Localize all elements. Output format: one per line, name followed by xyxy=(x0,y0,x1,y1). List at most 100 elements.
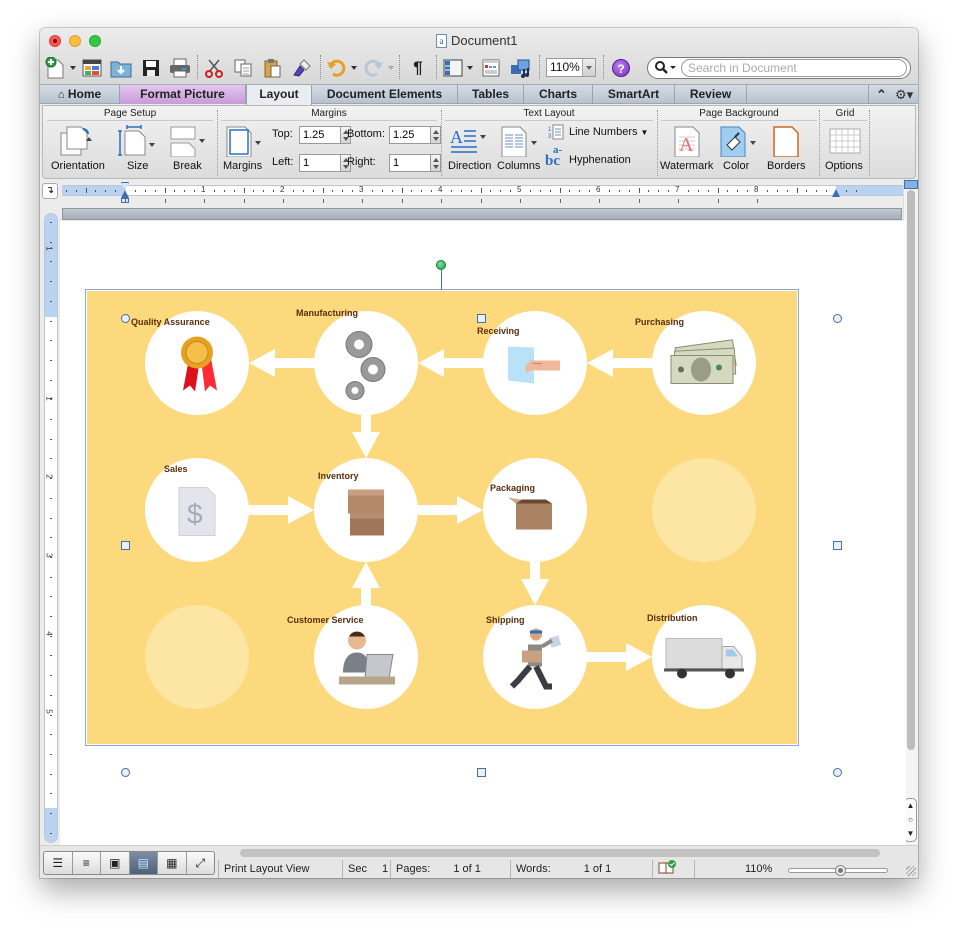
process-node-packaging[interactable] xyxy=(483,458,587,562)
direction-button[interactable]: Direction xyxy=(448,160,491,172)
vertical-ruler[interactable]: 112345 xyxy=(44,213,58,843)
horizontal-ruler[interactable]: ↴ 1 2 3 4 5 6 7 8 xyxy=(40,180,918,208)
margins-button[interactable]: Margins xyxy=(223,160,262,172)
bottom-margin-stepper[interactable] xyxy=(431,126,441,144)
format-painter-icon[interactable] xyxy=(291,57,313,79)
spelling-status[interactable] xyxy=(652,860,694,878)
collapse-ribbon-icon[interactable]: ⌃ xyxy=(876,85,887,104)
search-box[interactable]: Search in Document xyxy=(647,57,911,79)
search-icon[interactable] xyxy=(654,60,682,76)
process-node-manufacturing[interactable] xyxy=(314,311,418,415)
bottom-margin-input[interactable]: 1.25 xyxy=(389,126,431,144)
resize-handle-top-left[interactable] xyxy=(121,314,130,323)
columns-icon[interactable] xyxy=(500,125,540,162)
resize-handle-top[interactable] xyxy=(477,314,486,323)
color-button[interactable]: Color xyxy=(723,160,749,172)
tab-stop-selector[interactable]: ↴ xyxy=(42,183,58,199)
sidebar-menu-caret[interactable] xyxy=(467,66,473,70)
publishing-view-button[interactable]: ▦ xyxy=(158,852,187,874)
tab-home[interactable]: ⌂ Home xyxy=(40,85,120,104)
new-document-icon[interactable] xyxy=(44,57,66,79)
scroll-thumb[interactable] xyxy=(907,190,915,750)
next-page-icon[interactable]: ▼ xyxy=(905,827,916,841)
tab-review[interactable]: Review xyxy=(675,85,747,104)
paste-icon[interactable] xyxy=(261,57,283,79)
tab-tables[interactable]: Tables xyxy=(458,85,524,104)
page-color-icon[interactable] xyxy=(719,125,759,162)
resize-handle-right[interactable] xyxy=(833,541,842,550)
orientation-icon[interactable] xyxy=(59,125,95,162)
ruler-strip[interactable]: 1 2 3 4 5 6 7 8 xyxy=(62,185,906,196)
hyphenation-button[interactable]: Hyphenation xyxy=(569,154,631,166)
resize-handle-bottom[interactable] xyxy=(477,768,486,777)
open-icon[interactable] xyxy=(110,57,132,79)
split-handle[interactable] xyxy=(904,180,918,189)
draft-view-button[interactable]: ☰ xyxy=(44,852,73,874)
ruler-tick xyxy=(855,190,857,192)
gear-icon[interactable]: ⚙▾ xyxy=(895,85,913,104)
size-button[interactable]: Size xyxy=(127,160,148,172)
right-margin-stepper[interactable] xyxy=(431,154,441,172)
browse-object-icon[interactable]: ○ xyxy=(905,813,916,827)
watermark-button[interactable]: Watermark xyxy=(660,160,713,172)
margins-icon[interactable] xyxy=(225,125,265,162)
tab-format-picture[interactable]: Format Picture xyxy=(120,85,246,104)
redo-icon[interactable] xyxy=(362,57,384,79)
break-icon[interactable] xyxy=(169,125,209,162)
minimize-button[interactable] xyxy=(69,35,81,47)
borders-button[interactable]: Borders xyxy=(767,160,806,172)
undo-icon[interactable] xyxy=(326,57,348,79)
tab-layout[interactable]: Layout xyxy=(246,85,312,105)
size-icon[interactable] xyxy=(115,125,155,162)
page-borders-icon[interactable] xyxy=(772,125,802,162)
tab-smartart[interactable]: SmartArt xyxy=(593,85,675,104)
business-process-diagram[interactable]: Quality Assurance Manufacturing Receiving P… xyxy=(87,291,797,744)
notebook-view-button[interactable]: ▣ xyxy=(101,852,130,874)
copy-icon[interactable] xyxy=(232,57,254,79)
sidebar-icon[interactable] xyxy=(442,57,464,79)
redo-menu-caret[interactable] xyxy=(388,66,394,70)
zoom-select[interactable]: 110% xyxy=(546,58,596,77)
cut-icon[interactable] xyxy=(203,57,225,79)
print-layout-view-button[interactable]: ▤ xyxy=(129,852,158,874)
line-numbers-button[interactable]: Line Numbers ▼ xyxy=(569,126,648,138)
left-margin-input[interactable]: 1 xyxy=(299,154,341,172)
resize-grip[interactable] xyxy=(906,866,916,876)
show-formatting-icon[interactable]: ¶ xyxy=(407,57,429,79)
save-icon[interactable] xyxy=(140,57,162,79)
media-browser-icon[interactable] xyxy=(510,57,532,79)
print-icon[interactable] xyxy=(169,57,191,79)
undo-menu-caret[interactable] xyxy=(351,66,357,70)
chevron-down-icon[interactable] xyxy=(582,59,595,76)
break-button[interactable]: Break xyxy=(173,160,202,172)
resize-handle-left[interactable] xyxy=(121,541,130,550)
right-margin-input[interactable]: 1 xyxy=(389,154,431,172)
top-margin-input[interactable]: 1.25 xyxy=(299,126,341,144)
outline-view-button[interactable]: ≡ xyxy=(73,852,101,874)
tab-charts[interactable]: Charts xyxy=(524,85,593,104)
words-indicator[interactable]: Words: 1 of 1 xyxy=(510,860,652,878)
gallery-icon[interactable] xyxy=(81,57,103,79)
close-button[interactable] xyxy=(49,35,61,47)
grid-options-button[interactable]: Options xyxy=(825,160,863,172)
orientation-button[interactable]: Orientation xyxy=(51,160,105,172)
tab-document-elements[interactable]: Document Elements xyxy=(312,85,458,104)
help-button[interactable]: ? xyxy=(612,59,630,77)
zoom-button[interactable] xyxy=(89,35,101,47)
grid-options-icon[interactable] xyxy=(829,128,861,159)
watermark-icon[interactable]: A xyxy=(673,125,703,162)
rotate-handle[interactable] xyxy=(436,260,446,270)
full-screen-view-button[interactable]: ⤢ xyxy=(187,852,215,874)
new-document-menu-caret[interactable] xyxy=(70,66,76,70)
resize-handle-bottom-left[interactable] xyxy=(121,768,130,777)
process-node-sales[interactable]: $ xyxy=(145,458,249,562)
columns-button[interactable]: Columns xyxy=(497,160,540,172)
horizontal-scrollbar[interactable] xyxy=(240,849,880,857)
resize-handle-bottom-right[interactable] xyxy=(833,768,842,777)
toolbox-icon[interactable] xyxy=(480,57,502,79)
text-direction-icon[interactable]: A xyxy=(449,125,489,162)
search-input[interactable]: Search in Document xyxy=(681,59,907,77)
resize-handle-top-right[interactable] xyxy=(833,314,842,323)
zoom-slider[interactable] xyxy=(788,865,888,876)
previous-page-icon[interactable]: ▲ xyxy=(905,799,916,813)
